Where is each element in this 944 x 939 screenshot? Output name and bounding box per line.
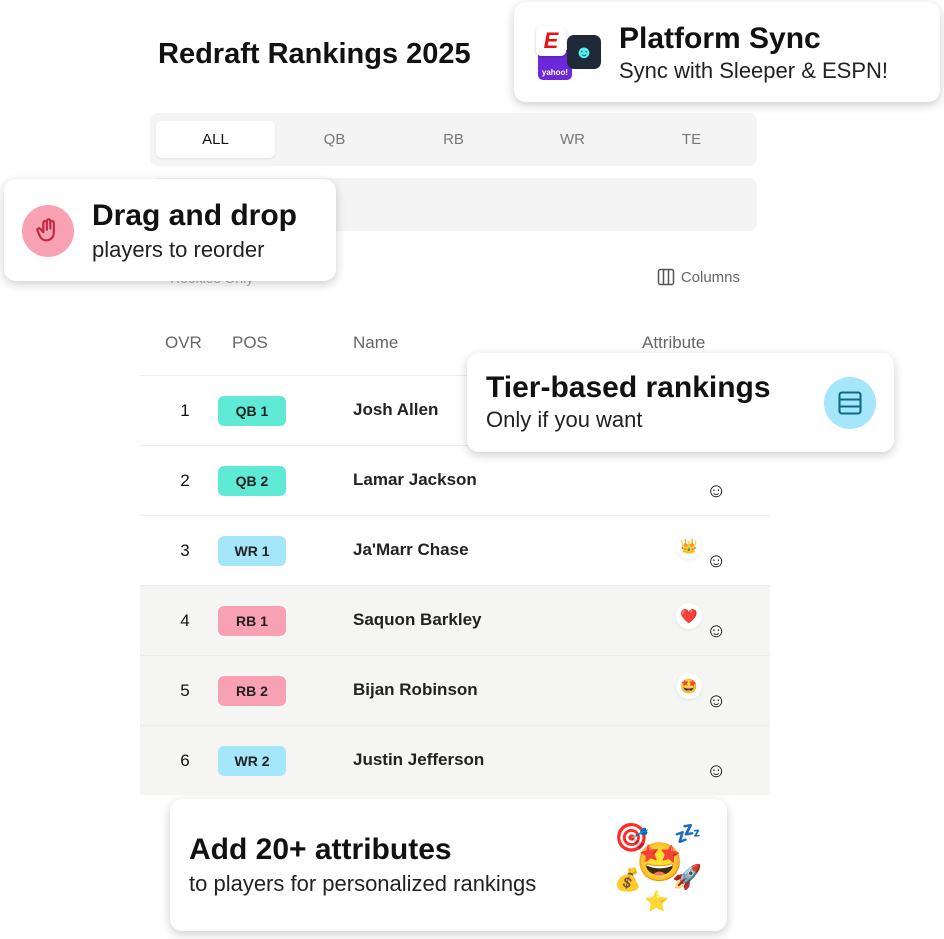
page-title: Redraft Rankings 2025: [158, 38, 471, 70]
sleeper-logo: ☻: [567, 35, 601, 69]
tab-qb[interactable]: QB: [275, 121, 394, 158]
attributes-callout: Add 20+ attributes to players for person…: [170, 799, 727, 931]
player-name[interactable]: Lamar Jackson: [353, 470, 477, 490]
position-badge: QB 2: [218, 466, 286, 496]
table-row[interactable]: 5 RB 2 Bijan Robinson 🤩 ☺: [140, 655, 770, 725]
attributes-subtitle: to players for personalized rankings: [189, 871, 537, 896]
ovr-rank: 2: [180, 471, 190, 490]
star-emoji-icon: ⭐: [644, 891, 669, 913]
columns-button[interactable]: Columns: [657, 268, 740, 286]
position-badge: RB 2: [218, 676, 286, 706]
sync-subtitle: Sync with Sleeper & ESPN!: [619, 58, 889, 83]
position-badge: WR 1: [218, 536, 286, 566]
tab-te[interactable]: TE: [632, 121, 751, 158]
hand-icon: [22, 205, 74, 257]
table-row[interactable]: 3 WR 1 Ja'Marr Chase 👑 ☺: [140, 515, 770, 585]
ovr-rank: 4: [180, 611, 190, 630]
header-ovr[interactable]: OVR: [165, 333, 202, 353]
tab-all[interactable]: ALL: [156, 121, 275, 158]
attribute-emoji[interactable]: ❤️: [676, 603, 702, 629]
player-name[interactable]: Saquon Barkley: [353, 610, 482, 630]
ovr-rank: 1: [180, 401, 190, 420]
attributes-title: Add 20+ attributes: [189, 833, 452, 866]
position-tabs: ALL QB RB WR TE: [150, 113, 757, 166]
add-attribute-icon[interactable]: ☺: [706, 690, 726, 713]
add-attribute-icon[interactable]: ☺: [706, 620, 726, 643]
espn-logo: E: [536, 26, 566, 56]
table-row[interactable]: 2 QB 2 Lamar Jackson ☺: [140, 445, 770, 515]
position-badge: WR 2: [218, 746, 286, 776]
rows-icon: [824, 377, 876, 429]
columns-label: Columns: [680, 268, 740, 286]
ovr-rank: 5: [180, 681, 190, 700]
add-attribute-icon[interactable]: ☺: [706, 550, 726, 573]
columns-icon: [657, 268, 675, 286]
add-attribute-icon[interactable]: ☺: [706, 760, 726, 783]
position-badge: RB 1: [218, 606, 286, 636]
player-name[interactable]: Ja'Marr Chase: [353, 540, 469, 560]
drag-title: Drag and drop: [92, 199, 298, 232]
player-name[interactable]: Josh Allen: [353, 400, 438, 420]
header-pos[interactable]: POS: [232, 333, 268, 353]
tab-wr[interactable]: WR: [513, 121, 632, 158]
rocket-emoji-icon: 🚀: [672, 864, 702, 891]
header-attribute[interactable]: Attribute: [642, 333, 705, 353]
table-row[interactable]: 6 WR 2 Justin Jefferson ☺: [140, 725, 770, 795]
drag-subtitle: players to reorder: [92, 237, 265, 262]
position-badge: QB 1: [218, 396, 286, 426]
tier-subtitle: Only if you want: [486, 407, 643, 432]
table-row[interactable]: 4 RB 1 Saquon Barkley ❤️ ☺: [140, 585, 770, 655]
player-name[interactable]: Justin Jefferson: [353, 750, 484, 770]
sync-title: Platform Sync: [619, 22, 821, 55]
money-bag-emoji-icon: 💰: [614, 867, 642, 892]
attribute-emoji[interactable]: 🤩: [676, 673, 702, 699]
header-name[interactable]: Name: [353, 333, 398, 353]
tab-rb[interactable]: RB: [394, 121, 513, 158]
tier-title: Tier-based rankings: [486, 371, 771, 404]
tier-callout: Tier-based rankings Only if you want: [467, 353, 894, 452]
ovr-rank: 6: [180, 751, 190, 770]
platform-sync-callout: E yahoo! ☻ Platform Sync Sync with Sleep…: [514, 2, 940, 102]
drag-drop-callout: Drag and drop players to reorder: [4, 179, 336, 281]
ovr-rank: 3: [180, 541, 190, 560]
player-name[interactable]: Bijan Robinson: [353, 680, 478, 700]
add-attribute-icon[interactable]: ☺: [706, 480, 726, 503]
attribute-emoji[interactable]: 👑: [676, 533, 702, 559]
